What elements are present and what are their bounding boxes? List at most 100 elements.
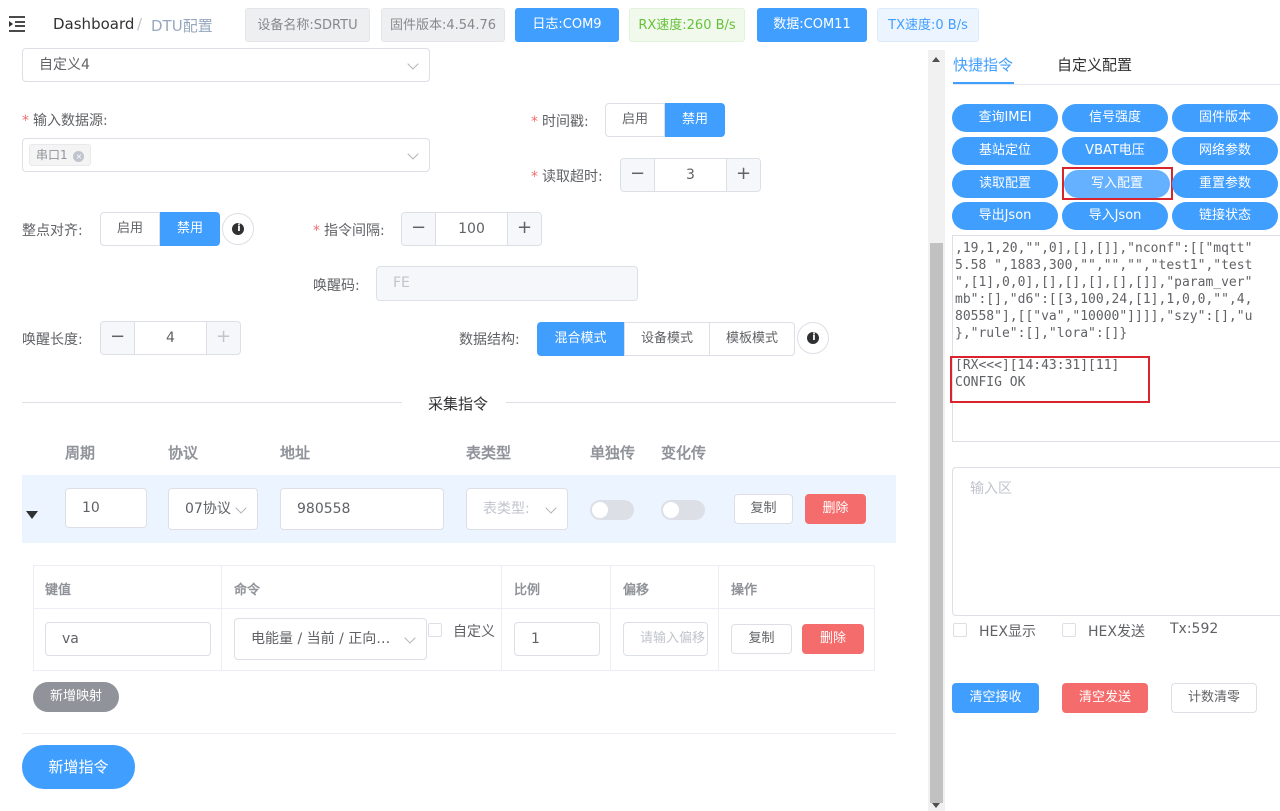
period-input[interactable]: 10	[65, 488, 147, 528]
tag-close-icon[interactable]: ×	[73, 151, 85, 162]
clear-receive-button[interactable]: 清空接收	[952, 683, 1039, 713]
vbat-voltage-button[interactable]: VBAT电压	[1062, 137, 1168, 165]
breadcrumb-current: DTU配置	[151, 17, 213, 35]
clear-send-button[interactable]: 清空发送	[1062, 683, 1148, 713]
log-line: 80558"],[["va","10000"]]]],"szy":[],"u	[955, 309, 1253, 324]
chevron-down-icon	[545, 502, 557, 514]
input-source-tag: 串口1 ×	[29, 144, 92, 166]
map-header-ratio: 比例	[514, 583, 541, 598]
log-line: ,19,1,20,"",0],[],[]],"nconf":[["mqtt"	[955, 241, 1253, 256]
receive-log-area[interactable]: ,19,1,20,"",0],[],[]],"nconf":[["mqtt" 5…	[952, 235, 1280, 442]
decrement-button[interactable]: −	[101, 322, 135, 354]
align-disable-button[interactable]: 禁用	[160, 212, 220, 246]
map-key-input[interactable]: va	[45, 622, 211, 656]
increment-button[interactable]: +	[726, 159, 760, 191]
export-json-button[interactable]: 导出Json	[952, 202, 1058, 230]
log-port-tag[interactable]: 日志:COM9	[515, 8, 619, 42]
input-source-label: * 输入数据源:	[22, 113, 108, 129]
map-offset-input[interactable]: 请输入偏移	[623, 622, 708, 656]
read-config-button[interactable]: 读取配置	[952, 170, 1058, 198]
col-header-protocol: 协议	[168, 444, 199, 462]
copy-map-button[interactable]: 复制	[731, 624, 792, 654]
delete-map-button[interactable]: 删除	[802, 624, 864, 654]
map-ratio-input[interactable]: 1	[514, 622, 600, 656]
rx-speed-tag: RX速度:260 B/s	[629, 8, 745, 42]
wake-length-label: 唤醒长度:	[22, 332, 83, 348]
align-info-icon[interactable]: i	[222, 213, 254, 245]
align-label: 整点对齐:	[22, 223, 83, 239]
wake-length-value[interactable]: 4	[135, 322, 206, 354]
cell-location-button[interactable]: 基站定位	[952, 137, 1058, 165]
firmware-version-button[interactable]: 固件版本	[1172, 104, 1278, 132]
scroll-up-icon[interactable]	[932, 57, 940, 62]
send-input-area[interactable]: 输入区	[952, 467, 1280, 616]
signal-strength-button[interactable]: 信号强度	[1062, 104, 1168, 132]
interval-label: * 指令间隔:	[313, 223, 385, 239]
read-timeout-stepper[interactable]: − 3 +	[620, 158, 761, 192]
hex-send-label: HEX发送	[1088, 624, 1145, 640]
protocol-select[interactable]: 07协议	[168, 488, 258, 530]
decrement-button[interactable]: −	[402, 213, 436, 245]
mixed-mode-button[interactable]: 混合模式	[537, 322, 624, 356]
read-timeout-label: * 读取超时:	[531, 169, 603, 185]
timestamp-label: * 时间戳:	[531, 114, 589, 130]
network-params-button[interactable]: 网络参数	[1172, 137, 1278, 165]
query-imei-button[interactable]: 查询IMEI	[952, 104, 1058, 132]
timestamp-enable-button[interactable]: 启用	[605, 103, 665, 137]
align-enable-button[interactable]: 启用	[100, 212, 160, 246]
tx-count: Tx:592	[1170, 621, 1219, 637]
tab-quick-commands[interactable]: 快捷指令	[953, 54, 1013, 75]
data-structure-label: 数据结构:	[459, 332, 520, 348]
import-json-button[interactable]: 导入Json	[1062, 202, 1168, 230]
collect-title: 采集指令	[410, 393, 507, 414]
timestamp-disable-button[interactable]: 禁用	[665, 103, 725, 137]
wake-length-stepper[interactable]: − 4 +	[100, 321, 241, 355]
col-header-period: 周期	[65, 444, 96, 462]
hex-send-checkbox[interactable]	[1062, 623, 1076, 637]
chevron-down-icon	[235, 502, 247, 514]
write-config-highlight	[1062, 167, 1173, 200]
interval-value[interactable]: 100	[436, 213, 507, 245]
custom-checkbox[interactable]	[428, 623, 442, 637]
structure-info-icon[interactable]: i	[797, 322, 829, 354]
col-header-meter-type: 表类型	[466, 444, 512, 462]
copy-row-button[interactable]: 复制	[734, 494, 793, 524]
log-line: },"rule":[],"lora":[]}	[955, 326, 1128, 341]
decrement-button[interactable]: −	[621, 159, 655, 191]
input-source-select[interactable]: 串口1 ×	[22, 138, 430, 172]
change-upload-switch[interactable]	[661, 500, 705, 520]
chevron-down-icon	[407, 148, 419, 160]
breadcrumb-home[interactable]: Dashboard	[53, 15, 134, 33]
scrollbar-thumb[interactable]	[930, 243, 943, 803]
template-mode-button[interactable]: 模板模式	[709, 322, 795, 356]
meter-type-select[interactable]: 表类型:	[466, 488, 568, 530]
single-upload-switch[interactable]	[590, 500, 634, 520]
menu-fold-icon[interactable]	[8, 15, 26, 33]
add-command-button[interactable]: 新增指令	[22, 745, 135, 789]
map-command-select[interactable]: 电能量 / 当前 / 正向有功	[234, 618, 427, 660]
add-mapping-button[interactable]: 新增映射	[33, 682, 119, 712]
read-timeout-value[interactable]: 3	[655, 159, 726, 191]
reset-count-button[interactable]: 计数清零	[1171, 683, 1257, 713]
address-input[interactable]: 980558	[280, 488, 444, 530]
tab-custom-config[interactable]: 自定义配置	[1057, 54, 1132, 75]
wake-code-input: FE	[376, 266, 638, 301]
data-port-tag[interactable]: 数据:COM11	[757, 8, 867, 42]
custom-select[interactable]: 自定义4	[22, 48, 430, 82]
map-header-command: 命令	[234, 583, 261, 598]
device-mode-button[interactable]: 设备模式	[624, 322, 710, 356]
increment-button[interactable]: +	[507, 213, 541, 245]
scroll-down-icon[interactable]	[932, 803, 940, 808]
log-line: 5.58 ",1883,300,"","","","test1","test	[955, 258, 1253, 273]
header-bar: Dashboard / DTU配置 设备名称:SDRTU 固件版本:4.54.7…	[0, 0, 979, 50]
rx-highlight-box	[950, 356, 1150, 403]
hex-display-checkbox[interactable]	[953, 623, 967, 637]
hex-display-label: HEX显示	[979, 624, 1036, 640]
map-header-key: 键值	[45, 583, 72, 598]
chevron-down-icon	[407, 58, 419, 70]
link-status-button[interactable]: 链接状态	[1172, 202, 1278, 230]
reset-params-button[interactable]: 重置参数	[1172, 170, 1278, 198]
delete-row-button[interactable]: 删除	[805, 494, 866, 524]
interval-stepper[interactable]: − 100 +	[401, 212, 542, 246]
expand-caret-icon[interactable]	[26, 511, 38, 519]
